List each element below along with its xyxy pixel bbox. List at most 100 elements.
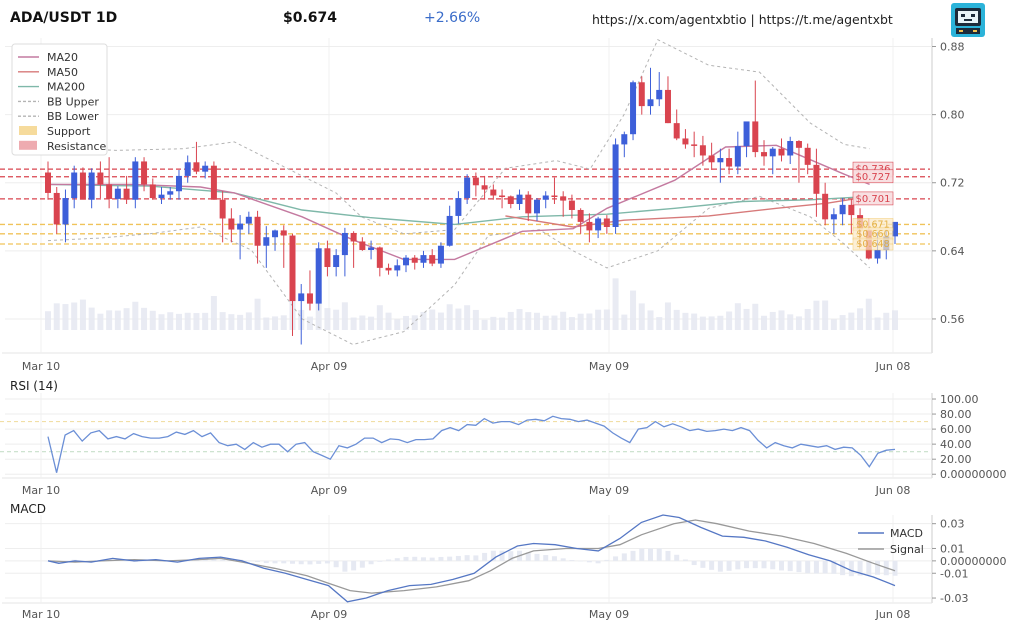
volume-bar [158,314,165,330]
candle-body [88,172,95,200]
volume-bar [865,298,872,330]
legend-label: MA50 [47,66,78,79]
legend-label: MA20 [47,51,78,64]
candle-body [726,158,733,167]
candle-body [490,189,497,196]
candle-body [53,192,60,225]
volume-bar [726,311,733,330]
macd-histogram-bar [263,560,269,564]
y-tick-label: 0.88 [940,41,965,54]
volume-bar [490,316,497,330]
y-tick-label: 0.00000000 [940,555,1006,568]
volume-bar [595,309,602,330]
candle-body [315,248,322,304]
volume-bar [132,301,139,330]
volume-bar [787,314,794,330]
volume-bar [237,314,244,330]
macd-histogram-bar [534,553,540,561]
volume-bar [717,315,724,330]
candle-body [376,247,383,268]
rsi-panel: RSI (14) Mar 10 Apr 09 May 09 Jun 08 100.00 80… [0,379,1006,497]
legend-swatch [19,140,37,150]
volume-bar [778,310,785,330]
volume-bar [228,314,235,330]
candle-body [656,89,663,100]
macd-legend: MACD Signal [858,527,924,556]
candle-body [45,172,51,193]
macd-histogram-bar [289,560,295,564]
price-legend: MA20 MA50 MA200BB Upper BB Lower Support Resi… [11,43,108,156]
candle-body [237,223,244,230]
legend-label: Resistance [47,140,107,153]
x-tick-label: Jun 08 [875,360,911,373]
candle-body [245,216,252,224]
macd-histogram-bar [796,560,802,573]
volume-bar [79,299,86,330]
macd-histogram-bar [761,560,767,569]
volume-bar [612,278,619,330]
macd-histogram-bar [377,560,383,562]
candle-body [71,172,78,199]
macd-histogram-bar [726,560,732,571]
macd-panel: MACD Mar 10 Apr 09 May 09 Jun 08 0.03 0.010.00… [2,502,1006,621]
macd-histogram-bar [674,554,680,561]
macd-histogram-bar [630,550,636,561]
macd-histogram-bar [709,560,715,570]
volume-bar [603,309,610,330]
candle-body [106,184,113,199]
macd-histogram-bar [246,560,252,562]
x-tick-label: May 09 [589,608,629,621]
y-tick-label: 60.00 [940,423,972,436]
volume-bar [673,309,680,330]
candle-body [691,144,698,146]
candle-body [595,218,602,231]
candle-body [621,134,628,145]
candle-body [464,177,471,199]
volume-bar [708,316,715,330]
volume-bar [761,315,768,330]
candle-body [123,188,130,200]
volume-bar [149,310,156,330]
volume-bar [306,316,313,330]
volume-bar [53,303,60,330]
volume-bars [45,278,898,330]
legend-label: BB Upper [47,95,99,108]
macd-histogram-bar [813,560,819,574]
macd-histogram-bar [412,556,418,561]
legend-swatch [19,126,37,135]
volume-bar [630,290,637,330]
macd-title: MACD [10,502,46,516]
rsi-title: RSI (14) [10,379,58,393]
y-tick-label: 20.00 [940,453,972,466]
candle-body [219,199,226,219]
macd-histogram-bar [255,560,261,562]
y-tick-label: 0.72 [940,177,965,190]
candle-body [848,204,855,216]
x-tick-label: Apr 09 [311,608,348,621]
macd-histogram-bar [211,559,217,561]
candle-body [455,198,462,216]
macd-histogram-bar [586,560,592,563]
macd-histogram-bar [124,560,130,562]
candle-body [682,138,689,145]
volume-bar [455,308,462,330]
volume-bar [193,313,200,330]
y-tick-label: 40.00 [940,438,972,451]
candle-body [446,215,453,246]
volume-bar [874,317,881,330]
legend-label: BB Lower [47,110,99,123]
volume-bar [883,312,890,330]
volume-bar [263,317,270,330]
macd-histogram [45,548,898,577]
signal-line [47,519,896,594]
candle-body [306,293,313,304]
volume-bar [437,312,444,330]
macd-histogram-bar [499,550,505,561]
macd-histogram-bar [220,559,226,561]
candle-body [437,245,444,264]
candle-body [158,194,165,199]
volume-bar [254,298,261,330]
macd-histogram-bar [604,559,610,561]
volume-bar [202,312,209,330]
macd-histogram-bar [578,560,584,562]
